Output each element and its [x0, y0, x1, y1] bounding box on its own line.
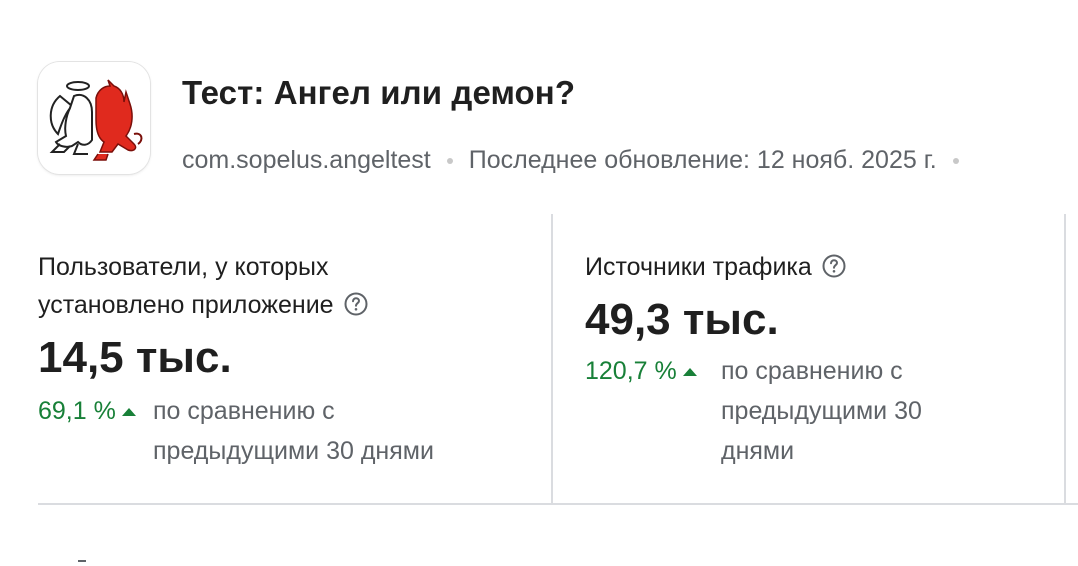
app-title: Тест: Ангел или демон? [182, 74, 576, 111]
metric-card-traffic-sources-label: Источники трафика [585, 248, 1005, 286]
comparison-text: по сравнению с предыдущими 30 днями [153, 397, 434, 465]
last-update-text: Последнее обновление: 12 нояб. 2025 г. [468, 146, 937, 174]
angel-demon-app-icon [38, 62, 150, 174]
metric-delta: 120,7 % [585, 357, 697, 386]
delta-percent: 120,7 % [585, 357, 677, 385]
arrow-up-icon [121, 407, 136, 416]
card-divider [1064, 214, 1066, 504]
package-name: com.sopelus.angeltest [182, 146, 431, 174]
metric-label: Источники трафика [585, 253, 812, 281]
app-icon [38, 62, 150, 174]
card-divider [551, 214, 553, 504]
metric-delta: 69,1 % [38, 397, 136, 426]
section-divider [38, 503, 1078, 505]
help-circle-icon[interactable] [344, 292, 368, 316]
delta-percent: 69,1 % [38, 397, 116, 425]
metric-value: 49,3 тыс. [585, 295, 779, 344]
arrow-up-icon [682, 367, 697, 376]
metric-card-installed-users-label: Пользователи, у которых установлено прил… [38, 248, 458, 324]
partial-content-mark [78, 560, 86, 562]
metric-value: 14,5 тыс. [38, 333, 232, 382]
app-meta-row: com.sopelus.angeltest Последнее обновлен… [182, 146, 975, 175]
metric-label: Пользователи, у которых установлено прил… [38, 253, 334, 319]
help-circle-icon[interactable] [822, 254, 846, 278]
separator-dot [952, 157, 959, 164]
separator-dot [446, 157, 453, 164]
comparison-text: по сравнению с предыдущими 30 днями [721, 357, 922, 465]
